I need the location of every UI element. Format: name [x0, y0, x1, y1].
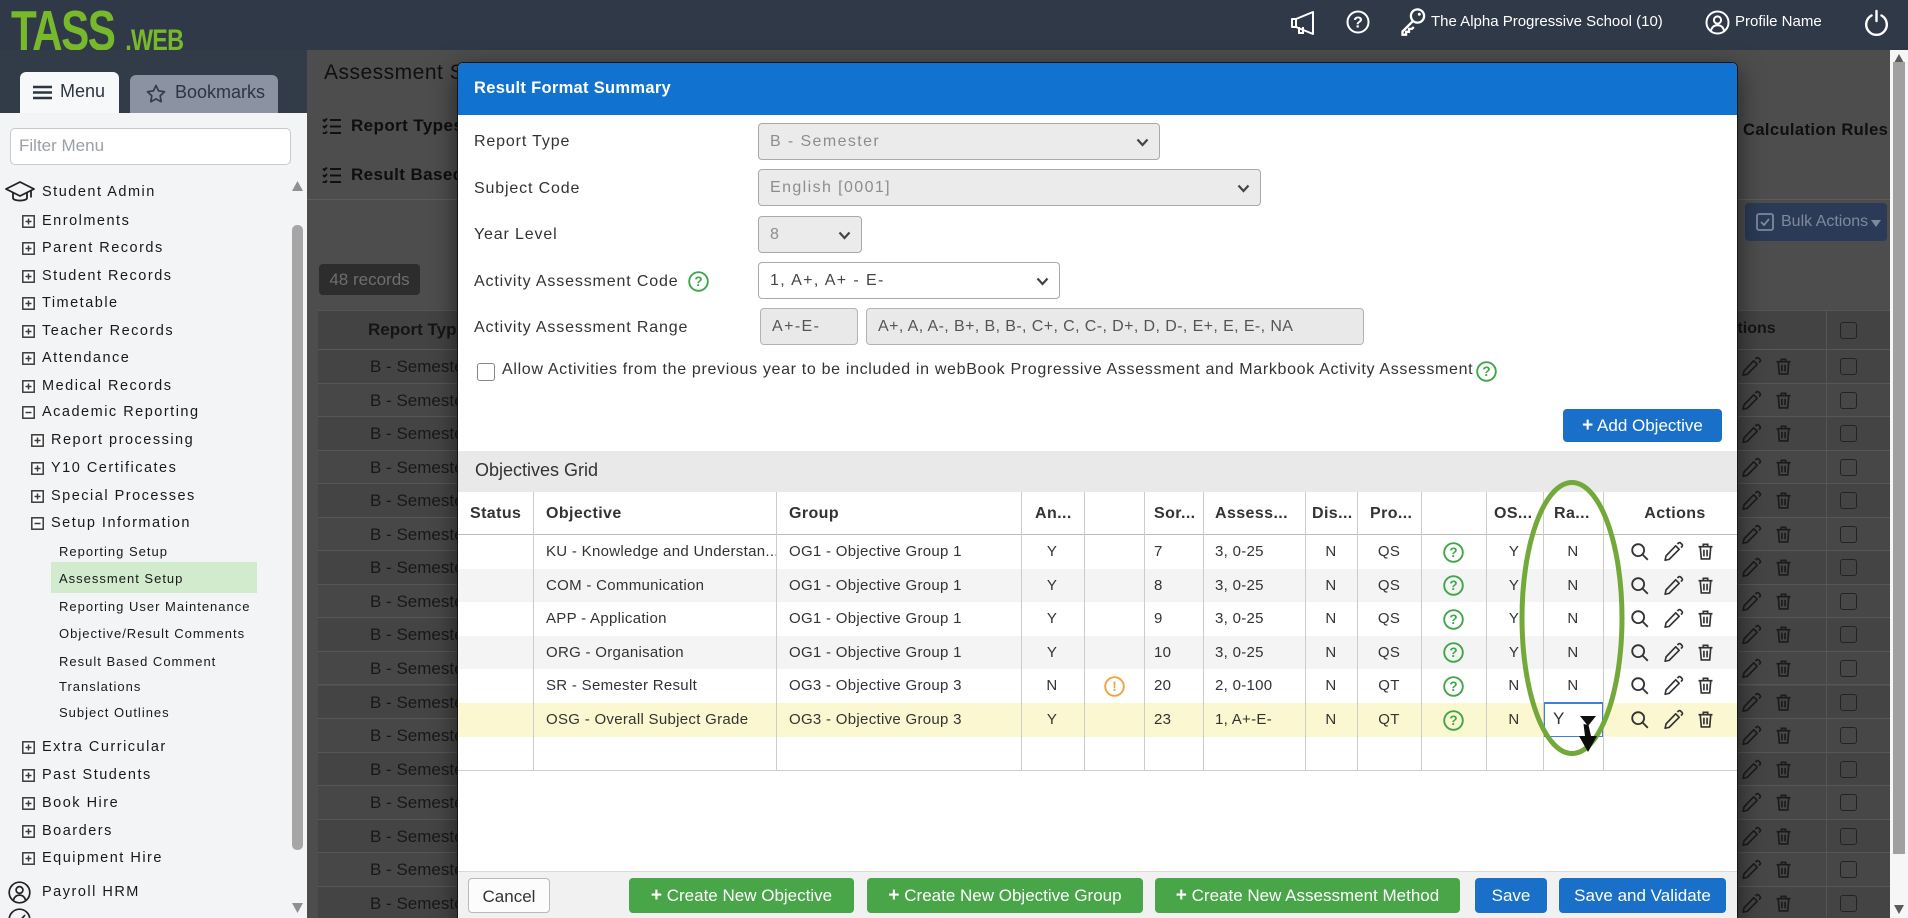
svg-text:?: ?: [1449, 679, 1457, 694]
svg-text:?: ?: [1449, 578, 1457, 593]
svg-text:?: ?: [1449, 713, 1457, 728]
svg-text:?: ?: [1482, 364, 1490, 379]
svg-text:?: ?: [1353, 15, 1363, 32]
svg-text:?: ?: [1449, 612, 1457, 627]
svg-text:!: !: [1112, 679, 1117, 694]
svg-text:?: ?: [1449, 545, 1457, 560]
svg-text:?: ?: [1449, 645, 1457, 660]
svg-text:?: ?: [694, 274, 702, 289]
